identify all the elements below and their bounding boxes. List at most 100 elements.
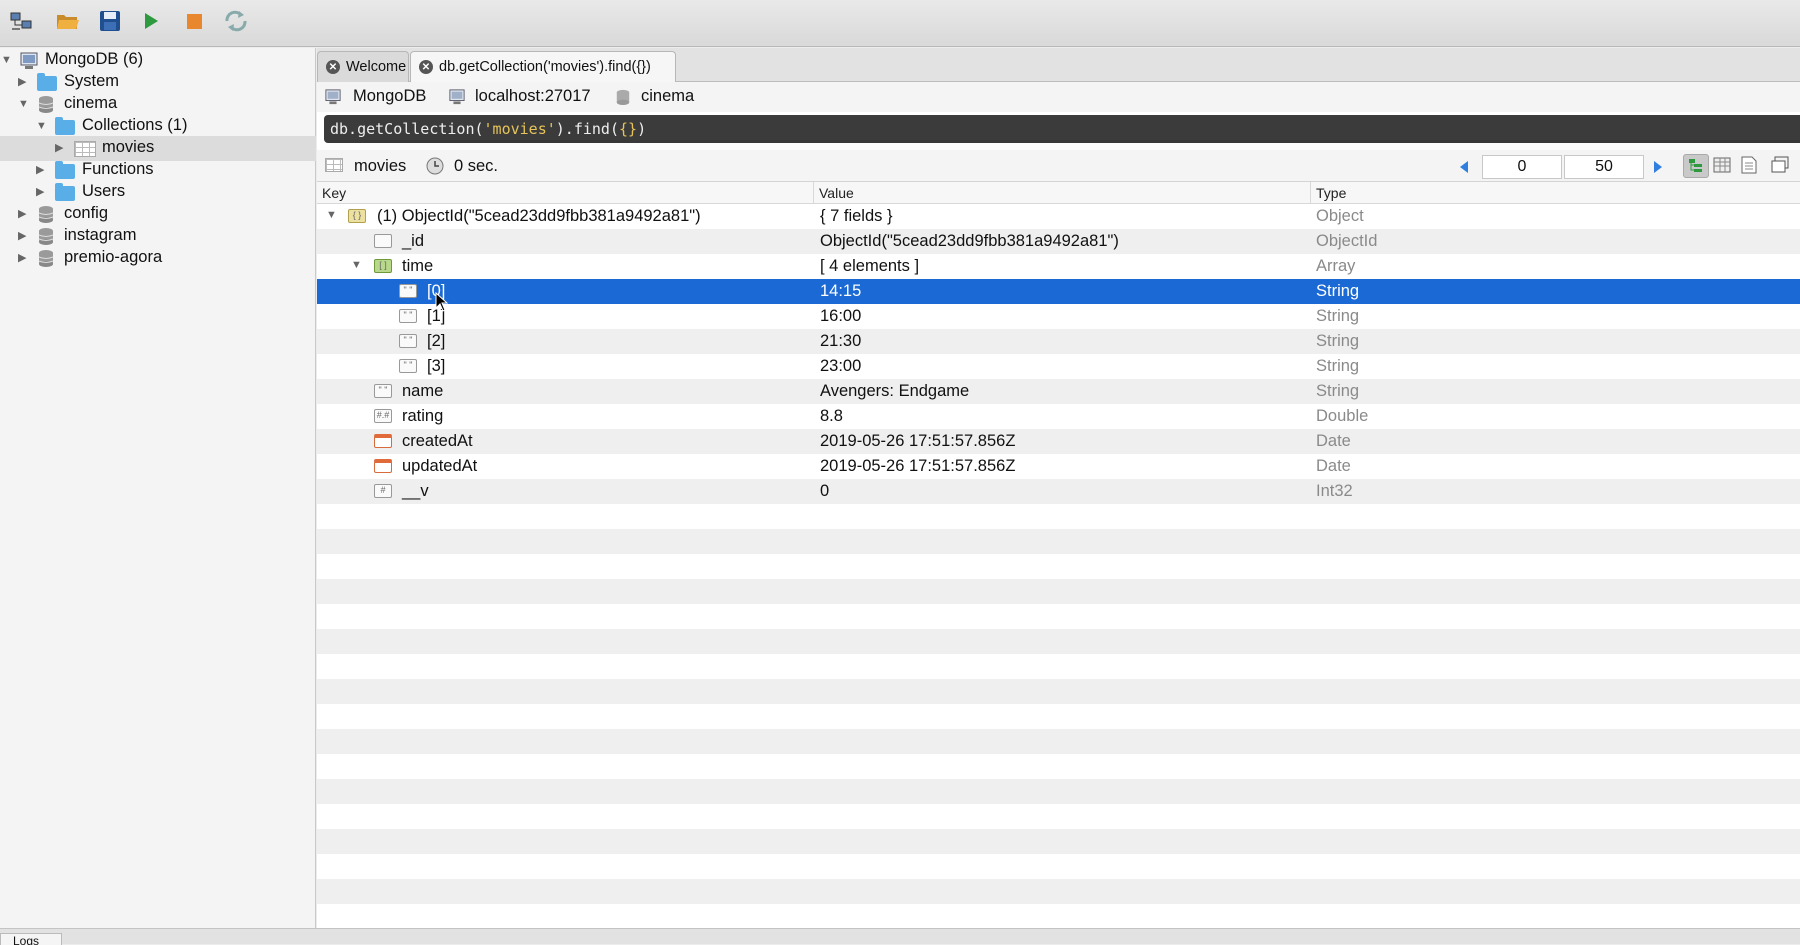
table-row[interactable]: " " [2] 21:30 String [317,329,1800,354]
table-row[interactable]: _id ObjectId("5cead23dd9fbb381a9492a81")… [317,229,1800,254]
run-icon[interactable] [138,8,164,34]
cell-type: String [1316,357,1360,375]
table-row[interactable]: " " [1] 16:00 String [317,304,1800,329]
tree-item-label: premio-agora [64,248,163,266]
cell-value: 8.8 [820,407,843,425]
table-row[interactable]: #.# rating 8.8 Double [317,404,1800,429]
empty-row [317,804,1800,829]
collection-icon [325,158,343,172]
tree-item-label: cinema [64,94,118,112]
query-editor[interactable]: db.getCollection('movies').find({}) [324,115,1800,143]
empty-row [317,529,1800,554]
table-row[interactable]: # __v 0 Int32 [317,479,1800,504]
toolbar [0,0,1800,47]
clock-icon [426,157,444,175]
cell-key: [3] [427,357,446,375]
close-icon[interactable]: ✕ [326,60,340,74]
tree-item-label: Users [82,182,126,200]
save-icon[interactable] [97,8,123,34]
cell-key: (1) ObjectId("5cead23dd9fbb381a9492a81") [377,207,701,225]
cell-type: Object [1316,207,1364,225]
empty-row [317,604,1800,629]
page-next-icon[interactable] [1653,160,1663,174]
folder-icon [55,161,75,179]
chevron-down-icon[interactable]: ▼ [36,121,47,132]
cell-type: String [1316,282,1360,300]
empty-row [317,729,1800,754]
chevron-right-icon[interactable]: ▶ [18,77,28,88]
chevron-right-icon[interactable]: ▶ [55,143,65,154]
cell-value: Avengers: Endgame [820,382,970,400]
chevron-down-icon[interactable]: ▼ [1,55,12,66]
cell-key: createdAt [402,432,473,450]
query-pane: ✕ Welcome ✕ db.getCollection('movies').f… [317,48,1800,928]
objectid-icon [374,234,392,248]
chevron-down-icon[interactable]: ▼ [326,209,337,221]
chevron-right-icon[interactable]: ▶ [36,187,46,198]
query-collection-arg: 'movies' [483,120,556,138]
tree-item-label: Functions [82,160,154,178]
table-row[interactable]: ▼ [ ] time [ 4 elements ] Array [317,254,1800,279]
maximize-button[interactable] [1771,156,1789,179]
header-key: Key [322,185,347,201]
database-icon [38,96,54,113]
array-icon: [ ] [374,259,392,273]
maximize-icon [1771,156,1789,173]
cell-key: updatedAt [402,457,478,475]
chevron-right-icon[interactable]: ▶ [18,231,28,242]
skip-input[interactable]: 0 [1482,155,1562,179]
tab-welcome[interactable]: ✕ Welcome [317,51,409,82]
date-icon [374,434,392,448]
logs-tab[interactable]: Logs [0,933,62,945]
host-icon [449,88,465,104]
chevron-right-icon[interactable]: ▶ [18,209,28,220]
close-icon[interactable]: ✕ [419,60,433,74]
tab-label: db.getCollection('movies').find({}) [439,59,651,75]
tree-item-label: config [64,204,109,222]
connect-icon[interactable] [8,8,34,34]
double-icon: #.# [374,409,392,423]
cell-value: 21:30 [820,332,862,350]
string-icon: " " [399,359,417,373]
stop-icon[interactable] [181,8,207,34]
database-icon [38,206,54,223]
limit-input[interactable]: 50 [1564,155,1644,179]
table-row[interactable]: " " [0] 14:15 String [317,279,1800,304]
results-grid-header: Key Value Type [317,182,1800,204]
string-icon: " " [399,334,417,348]
column-divider[interactable] [1310,182,1311,204]
date-icon [374,459,392,473]
table-row[interactable]: createdAt 2019-05-26 17:51:57.856Z Date [317,429,1800,454]
page-prev-icon[interactable] [1459,160,1469,174]
object-icon: { } [348,209,366,223]
text-view-icon [1741,156,1757,174]
empty-row [317,904,1800,928]
table-row[interactable]: updatedAt 2019-05-26 17:51:57.856Z Date [317,454,1800,479]
chevron-right-icon[interactable]: ▶ [18,253,28,264]
chevron-down-icon[interactable]: ▼ [351,259,362,271]
cell-type: Array [1316,257,1356,275]
empty-row [317,629,1800,654]
open-icon[interactable] [55,8,81,34]
table-row[interactable]: " " [3] 23:00 String [317,354,1800,379]
table-row[interactable]: " " name Avengers: Endgame String [317,379,1800,404]
cell-key: rating [402,407,444,425]
table-view-button[interactable] [1713,156,1731,179]
tree-item-label: movies [102,138,155,156]
table-row[interactable]: ▼ { } (1) ObjectId("5cead23dd9fbb381a949… [317,204,1800,229]
collection-icon [74,141,96,157]
tab-query[interactable]: ✕ db.getCollection('movies').find({}) [410,51,676,82]
database-label: cinema [641,87,695,105]
refresh-icon[interactable] [223,8,249,34]
database-icon [38,250,54,267]
column-divider[interactable] [813,182,814,204]
empty-row [317,504,1800,529]
database-icon [38,228,54,245]
chevron-right-icon[interactable]: ▶ [36,165,46,176]
text-view-button[interactable] [1741,156,1757,179]
tree-view-button[interactable] [1683,154,1709,178]
empty-row [317,854,1800,879]
tree-item-premio-agora[interactable]: ▶ premio-agora [0,246,316,271]
cell-key: _id [402,232,425,250]
chevron-down-icon[interactable]: ▼ [18,99,29,110]
